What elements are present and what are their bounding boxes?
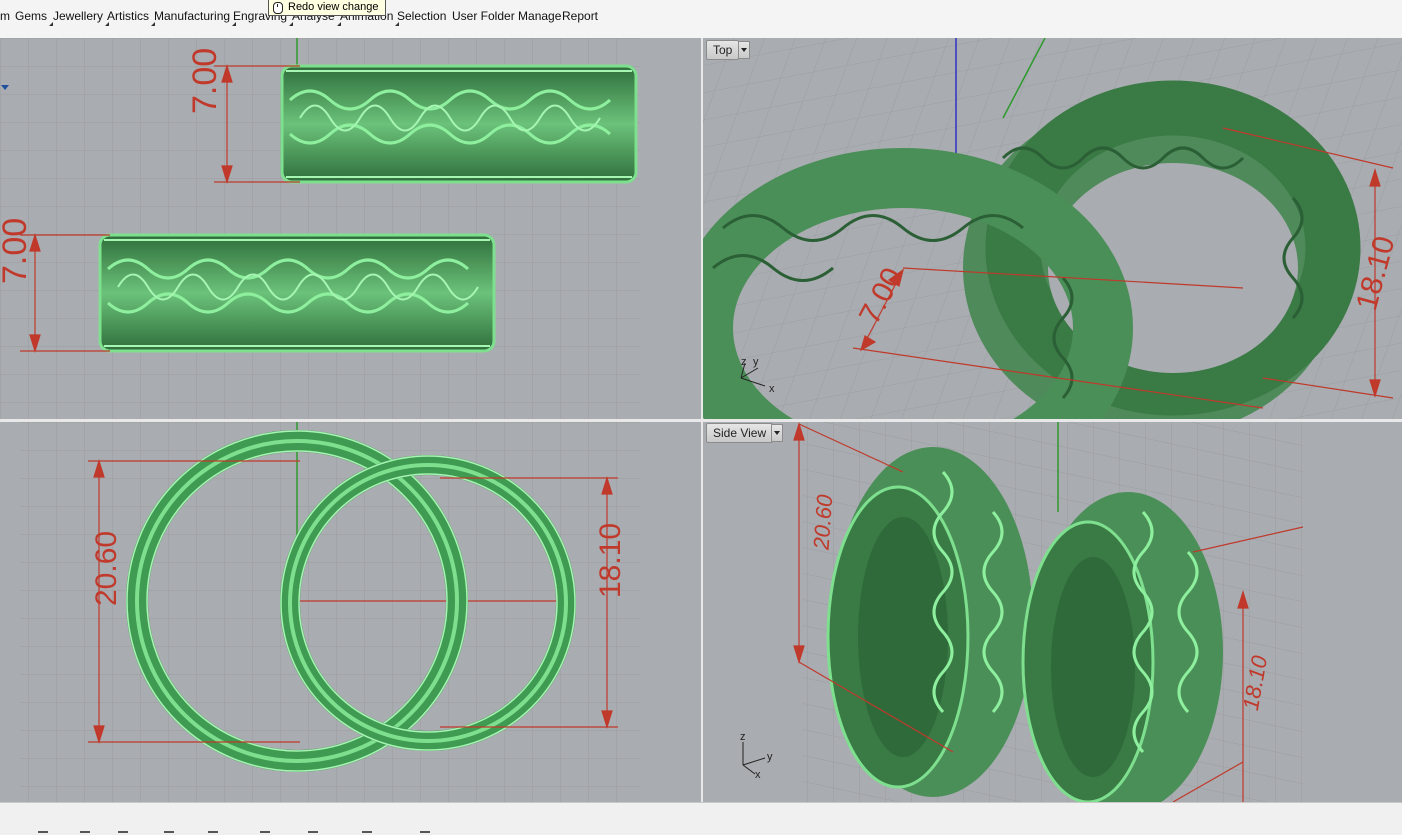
dimension-label: 18.10 [594, 523, 627, 598]
menu-item-gems[interactable]: Gems [15, 9, 54, 26]
axis-label: z [741, 356, 747, 368]
status-bar-marker [362, 831, 372, 833]
status-bar-marker [38, 831, 48, 833]
menu-item-jewellery[interactable]: Jewellery [53, 9, 110, 26]
dimension-label: 7.00 [186, 48, 224, 114]
status-bar-marker [208, 831, 218, 833]
axis-label: y [753, 356, 759, 368]
viewport-dropdown-icon[interactable] [771, 424, 783, 442]
axis-label: y [767, 751, 773, 763]
status-bar-marker [164, 831, 174, 833]
status-bar-marker [420, 831, 430, 833]
menu-item-label: Selection [397, 9, 447, 23]
dimension-label: 20.60 [808, 493, 837, 551]
viewport-right-canvas[interactable]: 20.60 18.10 [0, 422, 701, 802]
viewport-top-canvas[interactable]: 7.00 18.10 z y x [703, 38, 1402, 419]
menu-item-m[interactable]: m [0, 9, 10, 23]
viewport-side[interactable]: 20.60 18.10 z y x Side View [703, 422, 1402, 802]
viewport-menu-dropdown[interactable] [0, 82, 10, 92]
menu-item-report[interactable]: Report [562, 9, 598, 23]
menu-item-label: m [0, 9, 10, 23]
viewport-front-canvas[interactable]: 7.00 7.00 [0, 38, 701, 419]
ring-band-upper[interactable] [280, 64, 638, 184]
menu-item-manufacturing[interactable]: Manufacturing [154, 9, 237, 26]
menu-item-label: Artistics [107, 9, 149, 23]
tooltip-text: Redo view change [288, 1, 379, 13]
status-bar-marker [308, 831, 318, 833]
axis-label: z [740, 731, 746, 743]
viewport-title-top[interactable]: Top [706, 40, 740, 60]
dimension-label: 7.00 [0, 218, 34, 284]
menu-item-label: Jewellery [53, 9, 104, 23]
mouse-icon [273, 2, 283, 14]
menu-item-label: Gems [15, 9, 48, 23]
menu-item-label: Manufacturing [154, 9, 231, 23]
axis-label: x [769, 383, 775, 395]
status-bar-marker [260, 831, 270, 833]
dimension-label: 20.60 [90, 531, 123, 606]
status-bar-marker [80, 831, 90, 833]
menu-item-artistics[interactable]: Artistics [107, 9, 155, 26]
menu-bar: m Gems Jewellery Artistics Manufacturing… [0, 0, 1402, 39]
viewport-dropdown-icon[interactable] [738, 41, 750, 59]
menu-item-user-folder-manage[interactable]: User Folder Manage [452, 9, 561, 23]
menu-item-label: Report [562, 9, 599, 23]
viewport-top[interactable]: 7.00 18.10 z y x Top [703, 38, 1402, 419]
ring-band-lower[interactable] [98, 233, 496, 353]
axis-label: x [755, 769, 761, 781]
status-bar-marker [118, 831, 128, 833]
menu-item-selection[interactable]: Selection [397, 9, 446, 23]
menu-item-label: User Folder Manage [452, 9, 562, 23]
status-bar [0, 802, 1402, 835]
axis-gizmo-icon: z y x [740, 731, 773, 781]
viewport-front[interactable]: 7.00 7.00 [0, 38, 701, 419]
viewport-side-canvas[interactable]: 20.60 18.10 z y x [703, 422, 1402, 802]
viewport-divider-horizontal[interactable] [0, 419, 1402, 422]
tooltip: Redo view change [268, 0, 386, 16]
viewport-right[interactable]: 20.60 18.10 [0, 422, 701, 802]
viewport-title-side-view[interactable]: Side View [706, 423, 774, 443]
